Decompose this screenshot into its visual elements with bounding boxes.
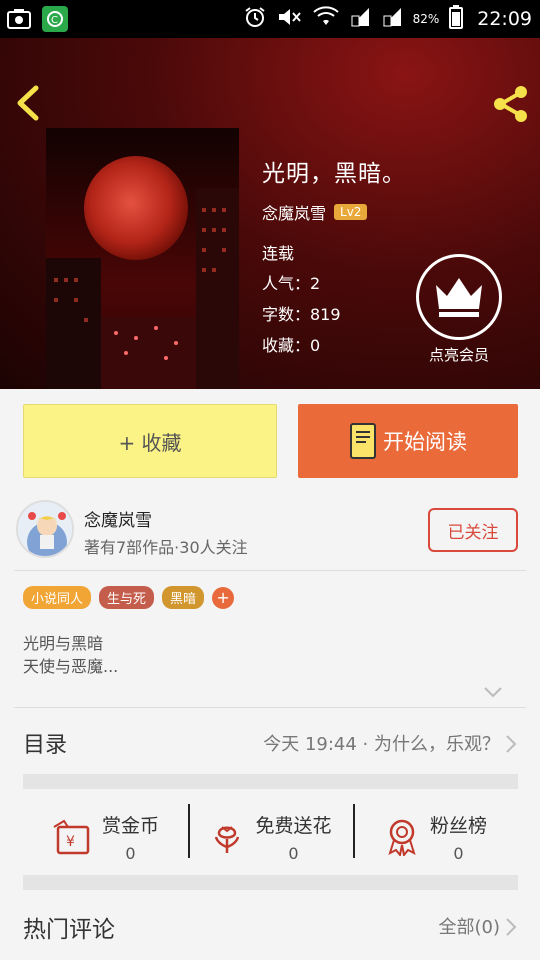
reward-label: 赏金币: [101, 815, 159, 837]
coin-envelope-icon: ¥: [53, 819, 90, 855]
comments-title: 热门评论: [23, 917, 115, 943]
catalog-title: 目录: [23, 733, 68, 758]
screenshot-icon: [6, 6, 32, 32]
reward-value: 0: [125, 844, 136, 863]
send-flower-button[interactable]: 免费送花 0: [188, 799, 353, 875]
book-status: 连载: [262, 244, 295, 263]
book-word-count: 字数：819: [262, 305, 341, 324]
section-separator: [23, 875, 518, 890]
reward-coins-button[interactable]: ¥ 赏金币 0: [23, 799, 188, 875]
follow-button[interactable]: 已关注: [428, 508, 518, 552]
author-panel-name[interactable]: 念魔岚雪: [84, 506, 152, 531]
vip-label: 点亮会员: [428, 346, 489, 364]
book-icon: [350, 423, 376, 459]
author-row[interactable]: 念魔岚雪 Lv2: [262, 200, 368, 224]
book-header: 光明，黑暗。 念魔岚雪 Lv2 连载 人气：2 字数：819 收藏：0 点亮会员: [0, 38, 540, 389]
chevron-right-icon: [506, 735, 517, 753]
author-panel[interactable]: 念魔岚雪 著有7部作品·30人关注 已关注: [0, 494, 540, 569]
svg-text:C: C: [51, 15, 58, 26]
author-name[interactable]: 念魔岚雪: [262, 200, 326, 224]
wifi-icon: [312, 6, 339, 32]
level-badge: Lv2: [334, 204, 368, 220]
book-popularity: 人气：2: [262, 274, 321, 293]
divider: [14, 707, 526, 708]
start-reading-label: 开始阅读: [383, 430, 467, 454]
crown-icon: [416, 254, 502, 340]
clock: 22:09: [477, 8, 532, 30]
reward-value: 0: [288, 844, 299, 863]
divider: [14, 570, 526, 571]
share-icon: [494, 86, 527, 122]
reward-value: 0: [453, 844, 464, 863]
alarm-icon: [243, 5, 267, 33]
tag-item[interactable]: 黑暗: [162, 586, 205, 609]
tag-item[interactable]: 小说同人: [23, 586, 92, 609]
fan-ranking-button[interactable]: 粉丝榜 0: [353, 799, 518, 875]
signal-icon: [349, 6, 371, 32]
chevron-right-icon: [506, 918, 517, 936]
tag-list: 小说同人 生与死 黑暗 +: [23, 586, 235, 609]
comments-row[interactable]: 热门评论 全部(0): [0, 894, 540, 960]
description-line: 天使与恶魔...: [23, 657, 119, 676]
reward-label: 粉丝榜: [429, 815, 487, 837]
all-comments-link[interactable]: 全部(0): [439, 913, 501, 939]
reward-bar: ¥ 赏金币 0 免费送花 0 粉丝榜 0: [23, 799, 518, 875]
book-detail-content: + 收藏 开始阅读 念魔岚雪 著有7部作品·30人关注 已关注 小说同人 生与死: [0, 389, 540, 960]
status-bar: C 82% 22:09: [0, 0, 540, 38]
description-line: 光明与黑暗: [23, 634, 104, 653]
battery-percent: 82%: [412, 12, 440, 26]
book-title: 光明，黑暗。: [262, 161, 406, 187]
app-icon: C: [42, 6, 68, 32]
chevron-down-icon: [484, 687, 502, 698]
svg-text:¥: ¥: [66, 834, 75, 850]
book-description: 光明与黑暗 天使与恶魔...: [23, 632, 118, 678]
catalog-row[interactable]: 目录 今天 19:44 · 为什么，乐观？: [0, 709, 540, 775]
author-panel-subtitle: 著有7部作品·30人关注: [84, 538, 248, 557]
latest-chapter[interactable]: 今天 19:44 · 为什么，乐观？: [263, 730, 500, 756]
medal-icon: [388, 819, 416, 856]
signal2-icon: [381, 6, 403, 32]
section-separator: [23, 774, 518, 789]
vip-button[interactable]: 点亮会员: [414, 254, 504, 365]
reward-label: 免费送花: [255, 815, 332, 837]
expand-description-button[interactable]: [482, 684, 504, 703]
favorite-button[interactable]: + 收藏: [23, 404, 277, 478]
back-button[interactable]: [12, 84, 46, 122]
book-cover[interactable]: [46, 128, 239, 389]
back-arrow-icon: [17, 85, 39, 121]
flower-icon: [215, 826, 240, 853]
add-tag-button[interactable]: +: [212, 586, 235, 609]
tag-item[interactable]: 生与死: [99, 586, 155, 609]
battery-icon: [449, 5, 464, 33]
mute-icon: [277, 6, 303, 32]
share-button[interactable]: [490, 84, 530, 124]
avatar[interactable]: [16, 500, 74, 558]
book-favorites: 收藏：0: [262, 336, 321, 355]
start-reading-button[interactable]: 开始阅读: [298, 404, 518, 478]
